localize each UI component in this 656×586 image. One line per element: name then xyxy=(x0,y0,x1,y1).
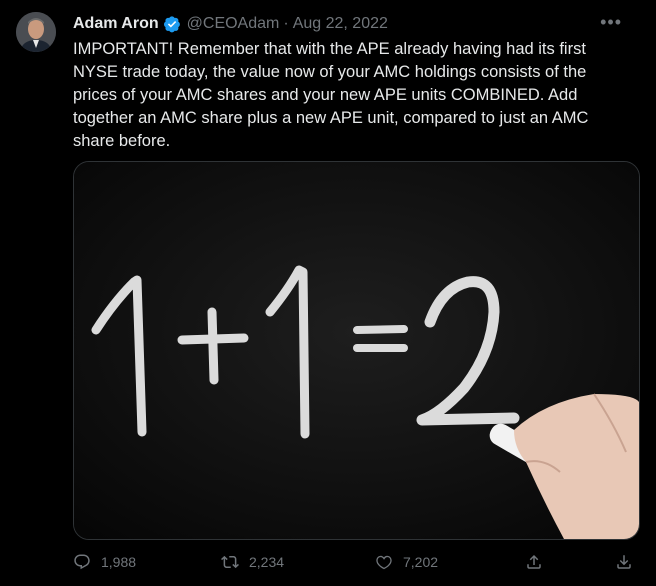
like-count: 7,202 xyxy=(403,554,439,570)
reply-icon xyxy=(74,554,90,570)
share-icon xyxy=(527,554,541,569)
header-separator: · xyxy=(283,15,289,32)
tweet-text: IMPORTANT! Remember that with the APE al… xyxy=(73,40,589,150)
tweet-header: Adam Aron @CEOAdam · Aug 22, 2022 ••• xyxy=(73,13,640,35)
like-icon xyxy=(376,555,392,570)
download-button[interactable] xyxy=(615,553,643,571)
share-button[interactable] xyxy=(525,553,553,571)
author-handle[interactable]: @CEOAdam xyxy=(187,15,280,33)
retweet-count: 2,234 xyxy=(249,554,285,570)
retweet-icon xyxy=(221,555,239,569)
chalkboard-image xyxy=(74,162,639,539)
reply-count: 1,988 xyxy=(101,554,137,570)
more-icon[interactable]: ••• xyxy=(600,13,622,31)
tweet-actions: 1,988 2,234 7,202 xyxy=(73,553,638,573)
like-button[interactable]: 7,202 xyxy=(375,553,438,571)
verified-badge-icon xyxy=(163,15,181,33)
retweet-button[interactable]: 2,234 xyxy=(221,553,284,571)
reply-button[interactable]: 1,988 xyxy=(73,553,136,571)
avatar[interactable] xyxy=(16,12,56,52)
tweet-media[interactable] xyxy=(73,161,640,540)
author-name[interactable]: Adam Aron xyxy=(73,15,159,33)
tweet-date[interactable]: Aug 22, 2022 xyxy=(293,15,388,33)
download-icon xyxy=(617,555,631,569)
